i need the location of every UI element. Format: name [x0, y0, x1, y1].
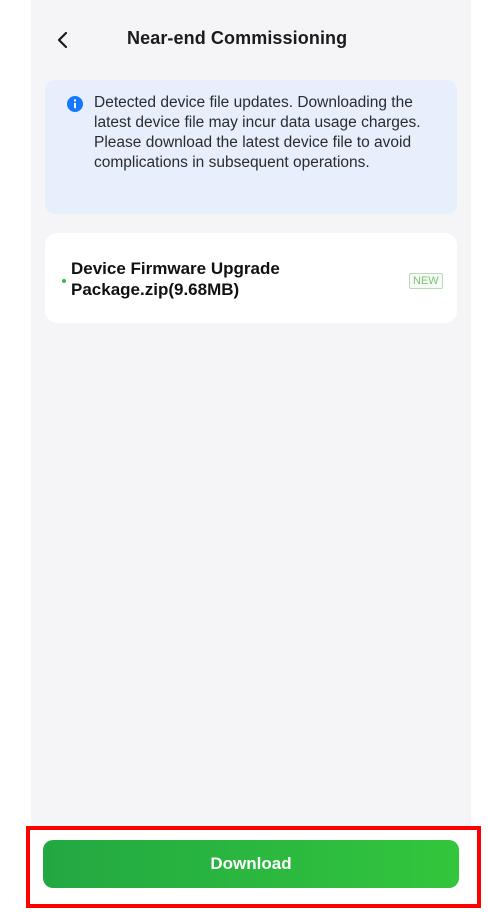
- status-dot: [62, 279, 66, 283]
- header: Near-end Commissioning: [31, 14, 471, 66]
- chevron-left-icon: [57, 31, 68, 49]
- page-title: Near-end Commissioning: [127, 28, 348, 48]
- update-notice: Detected device file updates. Downloadin…: [45, 80, 457, 214]
- back-button[interactable]: [49, 26, 77, 54]
- app-screen: Near-end Commissioning Detected device f…: [31, 0, 471, 912]
- file-name: Device Firmware Upgrade Package.zip(9.68…: [71, 259, 280, 299]
- notice-text: Detected device file updates. Downloadin…: [94, 94, 421, 171]
- download-button[interactable]: Download: [43, 840, 459, 888]
- bottom-bar: Download: [31, 826, 471, 912]
- new-badge: NEW: [409, 273, 443, 289]
- info-icon: [67, 96, 83, 112]
- file-card: Device Firmware Upgrade Package.zip(9.68…: [45, 233, 457, 323]
